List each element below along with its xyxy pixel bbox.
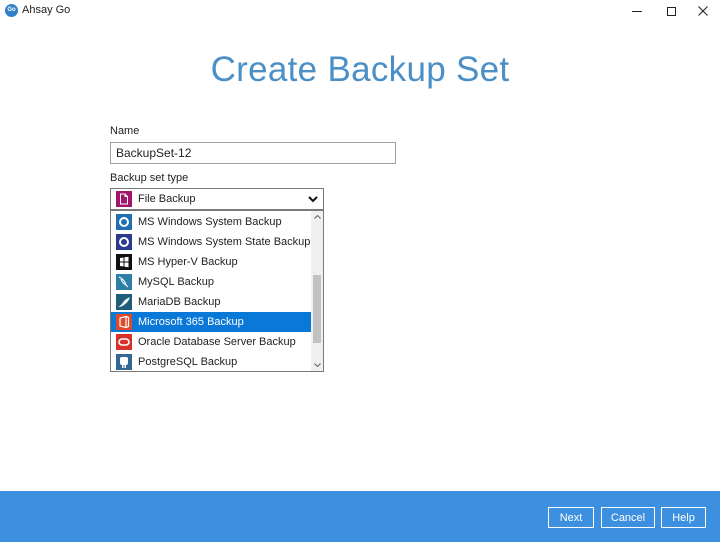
option-label: PostgreSQL Backup: [138, 356, 238, 368]
backup-set-type-label: Backup set type: [110, 172, 189, 184]
name-label: Name: [110, 125, 140, 137]
postgresql-elephant-icon: [115, 353, 133, 371]
backup-set-type-select[interactable]: File Backup: [110, 188, 324, 210]
file-icon: [115, 190, 133, 208]
ahsay-logo-icon: Go: [5, 4, 18, 17]
option-microsoft-365-backup[interactable]: Microsoft 365 Backup: [111, 312, 312, 332]
option-label: MS Hyper-V Backup: [138, 256, 238, 268]
option-oracle-database-server-backup[interactable]: Oracle Database Server Backup: [111, 332, 312, 352]
footer-bar: Next Cancel Help: [0, 491, 720, 542]
mariadb-seal-icon: [115, 293, 133, 311]
dropdown-scrollbar[interactable]: [311, 211, 323, 371]
title-bar: Go Ahsay Go: [0, 0, 720, 22]
minimize-icon: [632, 10, 642, 12]
option-ms-hyper-v-backup[interactable]: MS Hyper-V Backup: [111, 252, 312, 272]
option-ms-windows-system-backup[interactable]: MS Windows System Backup: [111, 212, 312, 232]
maximize-icon: [666, 6, 676, 16]
option-postgresql-backup[interactable]: PostgreSQL Backup: [111, 352, 312, 371]
option-ms-windows-system-state-backup[interactable]: MS Windows System State Backup: [111, 232, 312, 252]
option-label: MariaDB Backup: [138, 296, 221, 308]
option-label: Microsoft 365 Backup: [138, 316, 244, 328]
option-label: MySQL Backup: [138, 276, 215, 288]
close-button[interactable]: [686, 0, 720, 22]
close-icon: [698, 6, 708, 16]
help-button[interactable]: Help: [661, 507, 706, 528]
chevron-down-icon[interactable]: [303, 189, 323, 209]
scroll-up-arrow-icon[interactable]: [311, 211, 323, 223]
option-mysql-backup[interactable]: MySQL Backup: [111, 272, 312, 292]
hyper-v-icon: [115, 253, 133, 271]
next-button[interactable]: Next: [548, 507, 594, 528]
option-label: MS Windows System State Backup: [138, 236, 311, 248]
backup-set-type-dropdown[interactable]: MS Windows System Backup MS Windows Syst…: [110, 210, 324, 372]
page-title: Create Backup Set: [210, 50, 510, 89]
minimize-button[interactable]: [620, 0, 654, 22]
option-label: Oracle Database Server Backup: [138, 336, 296, 348]
scrollbar-thumb[interactable]: [313, 275, 321, 343]
windows-system-icon: [115, 213, 133, 231]
oracle-icon: [115, 333, 133, 351]
option-label: MS Windows System Backup: [138, 216, 282, 228]
microsoft-365-icon: [115, 313, 133, 331]
window-title: Ahsay Go: [22, 4, 71, 16]
mysql-dolphin-icon: [115, 273, 133, 291]
backup-set-type-value: File Backup: [138, 193, 196, 205]
cancel-button[interactable]: Cancel: [601, 507, 655, 528]
scroll-down-arrow-icon[interactable]: [311, 359, 323, 371]
name-input[interactable]: [110, 142, 396, 164]
option-mariadb-backup[interactable]: MariaDB Backup: [111, 292, 312, 312]
maximize-button[interactable]: [654, 0, 688, 22]
windows-system-state-icon: [115, 233, 133, 251]
